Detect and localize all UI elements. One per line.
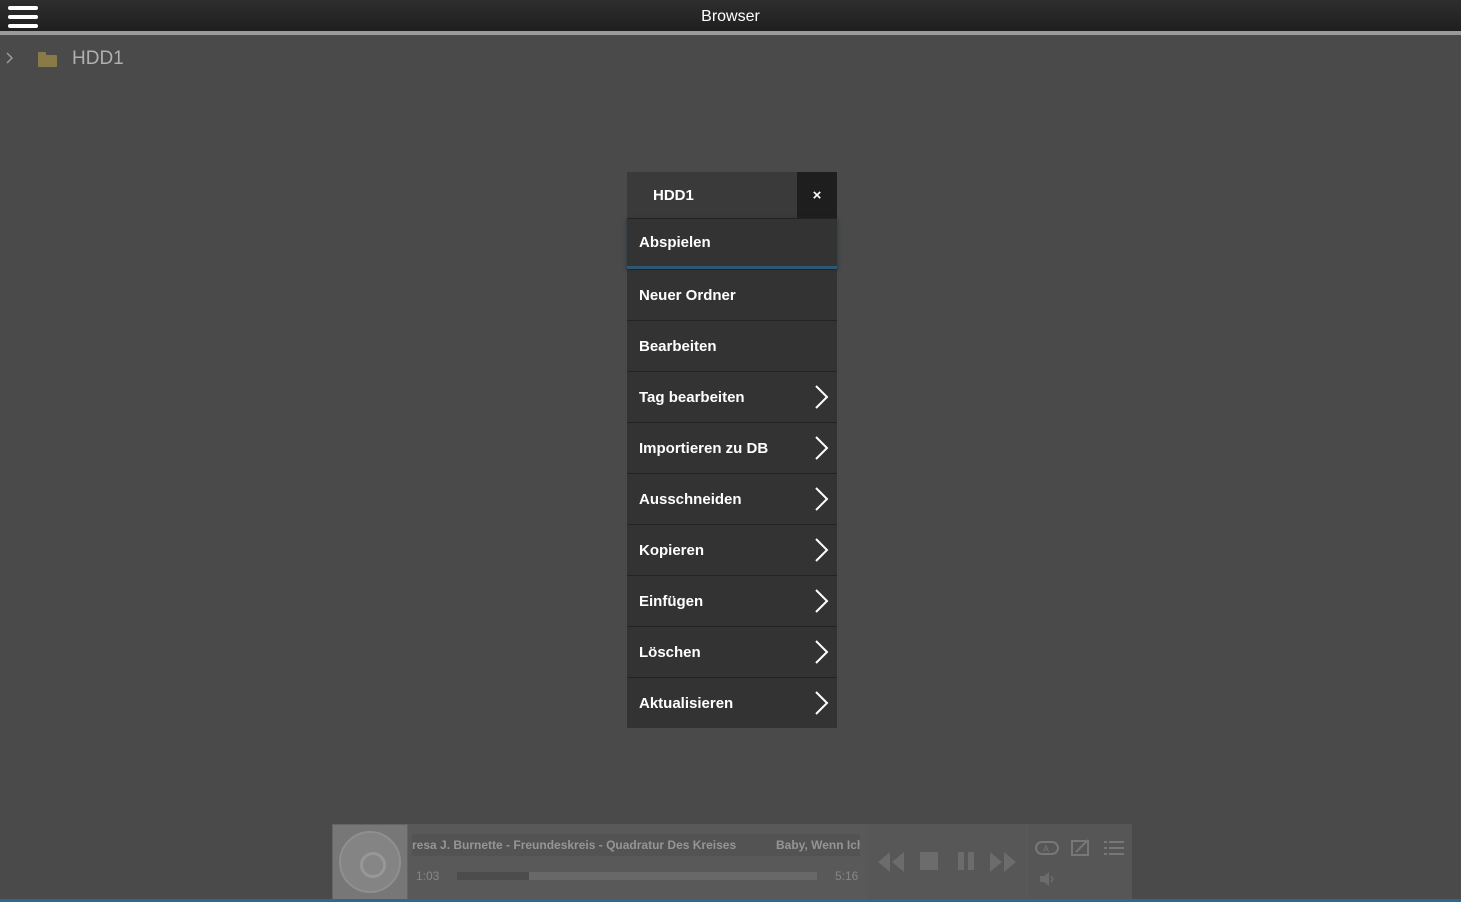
track-info: resa J. Burnette - Freundeskreis - Quadr…	[412, 834, 860, 856]
chevron-right-icon[interactable]	[6, 51, 18, 67]
menu-item[interactable]: Einfügen	[627, 575, 837, 626]
menu-item[interactable]: Ausschneiden	[627, 473, 837, 524]
top-bar: Browser	[0, 0, 1461, 35]
menu-item-label: Einfügen	[639, 592, 704, 610]
next-track-title: Baby, Wenn Ich	[776, 838, 860, 852]
chevron-right-icon	[811, 486, 831, 512]
playlist-icon[interactable]	[1104, 839, 1124, 862]
shuffle-icon[interactable]	[1070, 838, 1092, 863]
menu-item[interactable]: Bearbeiten	[627, 320, 837, 371]
tree-item-hdd1[interactable]: HDD1	[0, 44, 300, 74]
svg-text:A: A	[1043, 844, 1049, 854]
menu-item-label: Bearbeiten	[639, 337, 717, 355]
menu-item[interactable]: Kopieren	[627, 524, 837, 575]
chevron-right-icon	[811, 384, 831, 410]
time-total: 5:16	[835, 869, 859, 883]
stop-icon[interactable]	[918, 850, 940, 877]
disc-icon	[339, 831, 401, 893]
rewind-icon[interactable]	[876, 850, 906, 879]
menu-item-label: Tag bearbeiten	[639, 388, 745, 406]
progress-bar[interactable]	[457, 872, 817, 880]
pause-icon[interactable]	[956, 850, 978, 877]
menu-item-label: Neuer Ordner	[639, 286, 736, 304]
menu-item[interactable]: Neuer Ordner	[627, 269, 837, 320]
chevron-right-icon	[811, 639, 831, 665]
album-cover[interactable]	[332, 824, 408, 900]
volume-icon[interactable]	[1038, 870, 1056, 893]
player-extras: A	[1028, 824, 1132, 902]
fast-forward-icon[interactable]	[988, 850, 1018, 879]
menu-item[interactable]: Löschen	[627, 626, 837, 677]
menu-item[interactable]: Tag bearbeiten	[627, 371, 837, 422]
chevron-right-icon	[811, 435, 831, 461]
player-bar: resa J. Burnette - Freundeskreis - Quadr…	[332, 824, 1132, 902]
page-title: Browser	[701, 8, 760, 25]
menu-item-label: Kopieren	[639, 541, 705, 559]
chevron-right-icon	[811, 588, 831, 614]
menu-item-label: Abspielen	[639, 234, 711, 251]
menu-item[interactable]: Importieren zu DB	[627, 422, 837, 473]
menu-item-label: Ausschneiden	[639, 490, 742, 508]
context-menu: HDD1 × Abspielen Neuer Ordner Bearbeiten Ta…	[627, 172, 837, 728]
menu-item[interactable]: Abspielen	[627, 218, 837, 269]
folder-icon	[38, 51, 57, 67]
close-button[interactable]: ×	[797, 172, 837, 218]
menu-item-label: Löschen	[639, 643, 701, 661]
context-menu-title: HDD1	[653, 186, 694, 204]
progress-fill	[457, 872, 529, 880]
track-title: resa J. Burnette - Freundeskreis - Quadr…	[412, 838, 737, 852]
context-menu-header: HDD1 ×	[627, 172, 837, 218]
menu-item-label: Aktualisieren	[639, 694, 734, 712]
menu-item-label: Importieren zu DB	[639, 439, 769, 457]
time-current: 1:03	[416, 869, 440, 883]
tree-item-label: HDD1	[72, 48, 124, 69]
playback-controls	[868, 824, 1026, 902]
chevron-right-icon	[811, 537, 831, 563]
repeat-icon[interactable]: A	[1034, 838, 1060, 863]
menu-item[interactable]: Aktualisieren	[627, 677, 837, 728]
chevron-right-icon	[811, 690, 831, 716]
